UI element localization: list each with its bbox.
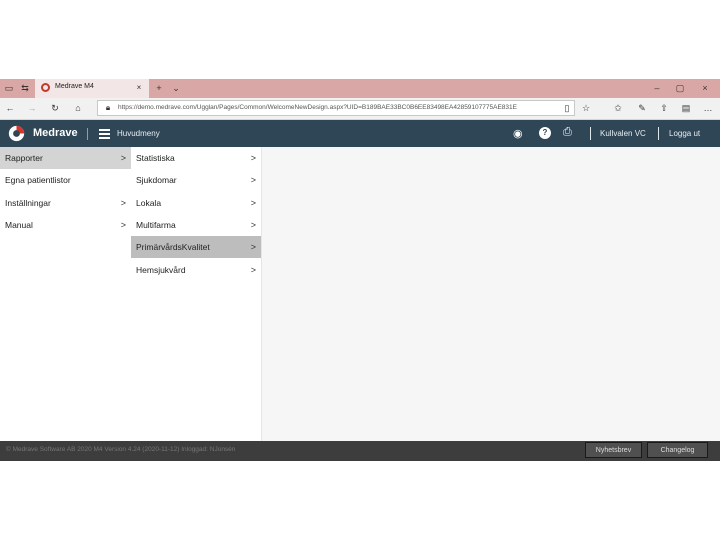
menu-item-rapporter[interactable]: Rapporter >	[0, 147, 131, 169]
main-content	[262, 147, 720, 441]
new-tab-icon[interactable]: +	[153, 82, 165, 94]
header-divider-2	[590, 127, 591, 140]
main-menu: Rapporter > Egna patientlistor Inställni…	[0, 147, 132, 441]
browser-tab-strip: ▭ ⇆ Medrave M4 × + ⌄ – ▢ ×	[0, 79, 720, 98]
address-bar[interactable]: 🔒︎ https://demo.medrave.com/Ugglan/Pages…	[97, 100, 575, 116]
minimize-icon[interactable]: –	[651, 82, 663, 94]
app-header: Medrave Huvudmeny ◉ ? ⎙ Kullvalen VC Log…	[0, 120, 720, 147]
tab-close-icon[interactable]: ×	[133, 82, 145, 94]
chevron-right-icon: >	[120, 198, 126, 208]
chevron-right-icon: >	[250, 242, 256, 252]
submenu-item-label: Sjukdomar	[136, 175, 177, 185]
chevron-right-icon: >	[250, 265, 256, 275]
menu-item-label: Egna patientlistor	[5, 175, 71, 185]
tab-favicon-icon	[41, 83, 50, 92]
lock-icon[interactable]: 🔒︎	[102, 102, 114, 114]
back-icon[interactable]: ←	[4, 102, 16, 114]
favorites-hub-icon[interactable]: ✩	[612, 102, 624, 114]
menu-item-manual[interactable]: Manual >	[0, 214, 131, 236]
submenu-item-multifarma[interactable]: Multifarma >	[131, 214, 261, 236]
notes-icon[interactable]: ✎	[636, 102, 648, 114]
changelog-button[interactable]: Changelog	[647, 442, 708, 458]
submenu-item-label: Statistiska	[136, 153, 175, 163]
eye-icon[interactable]: ◉	[513, 127, 523, 140]
browser-toolbar: ← → ↻ ⌂ 🔒︎ https://demo.medrave.com/Uggl…	[0, 98, 720, 120]
submenu-item-sjukdomar[interactable]: Sjukdomar >	[131, 169, 261, 191]
submenu-item-hemsjukvard[interactable]: Hemsjukvård >	[131, 259, 261, 281]
menu-item-label: Rapporter	[5, 153, 43, 163]
menu-item-egna-patientlistor[interactable]: Egna patientlistor	[0, 169, 131, 191]
footer-version-text: © Medrave Software AB 2020 M4 Version 4.…	[6, 446, 236, 453]
submenu-item-label: PrimärvårdsKvalitet	[136, 242, 210, 252]
newsletter-button[interactable]: Nyhetsbrev	[585, 442, 642, 458]
share-icon[interactable]: ⇧	[658, 102, 670, 114]
submenu-item-label: Hemsjukvård	[136, 265, 186, 275]
tab-back-icon[interactable]: ⇆	[19, 82, 31, 94]
medrave-logo-icon	[8, 125, 25, 142]
chevron-right-icon: >	[250, 175, 256, 185]
submenu-rapporter: Statistiska > Sjukdomar > Lokala > Multi…	[131, 147, 262, 441]
tab-actions-icon[interactable]: ▭	[3, 82, 15, 94]
more-icon[interactable]: …	[702, 102, 714, 114]
header-divider	[87, 128, 88, 140]
chevron-right-icon: >	[250, 153, 256, 163]
tab-list-icon[interactable]: ⌄	[170, 82, 182, 94]
chevron-right-icon: >	[120, 220, 126, 230]
submenu-item-label: Lokala	[136, 198, 162, 208]
menu-item-label: Manual	[5, 220, 33, 230]
footer: © Medrave Software AB 2020 M4 Version 4.…	[0, 441, 720, 461]
window-close-icon[interactable]: ×	[699, 82, 711, 94]
browser-tab[interactable]: Medrave M4 ×	[35, 79, 149, 98]
maximize-icon[interactable]: ▢	[674, 82, 686, 94]
menu-item-label: Inställningar	[5, 198, 51, 208]
favorite-star-icon[interactable]: ☆	[580, 102, 592, 114]
submenu-item-statistiska[interactable]: Statistiska >	[131, 147, 261, 169]
help-icon[interactable]: ?	[539, 127, 551, 139]
chevron-right-icon: >	[250, 198, 256, 208]
logout-link[interactable]: Logga ut	[669, 129, 700, 138]
reading-view-icon[interactable]: ▯	[561, 102, 573, 114]
home-icon[interactable]: ⌂	[72, 102, 84, 114]
chevron-right-icon: >	[120, 153, 126, 163]
submenu-item-lokala[interactable]: Lokala >	[131, 192, 261, 214]
url-text[interactable]: https://demo.medrave.com/Ugglan/Pages/Co…	[118, 104, 558, 111]
chevron-right-icon: >	[250, 220, 256, 230]
submenu-item-label: Multifarma	[136, 220, 176, 230]
brand-name: Medrave	[33, 127, 78, 139]
forward-icon[interactable]: →	[26, 102, 38, 114]
menu-item-installningar[interactable]: Inställningar >	[0, 192, 131, 214]
main-menu-label[interactable]: Huvudmeny	[117, 129, 160, 138]
hamburger-icon[interactable]	[99, 128, 110, 139]
tab-title: Medrave M4	[55, 83, 94, 90]
user-name[interactable]: Kullvalen VC	[600, 129, 646, 138]
submenu-item-primarvardskvalitet[interactable]: PrimärvårdsKvalitet >	[131, 236, 261, 258]
extensions-icon[interactable]: ▤	[680, 102, 692, 114]
refresh-icon[interactable]: ↻	[49, 102, 61, 114]
print-icon[interactable]: ⎙	[563, 126, 572, 139]
header-divider-3	[658, 127, 659, 140]
